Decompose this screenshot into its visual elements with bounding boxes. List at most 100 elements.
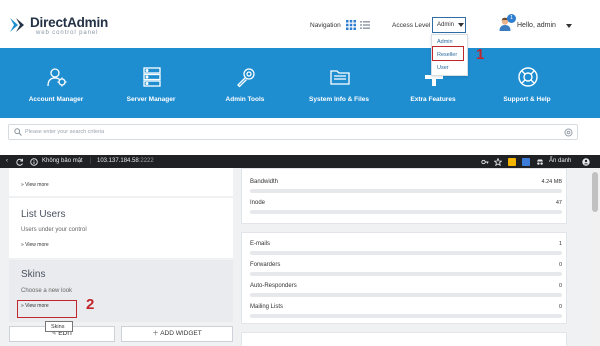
search-input[interactable] xyxy=(25,126,545,138)
scrollbar[interactable] xyxy=(590,168,600,346)
notification-badge: 1 xyxy=(507,14,516,23)
stat-label: E-mails xyxy=(250,241,271,247)
stat-value: 0 xyxy=(558,283,562,289)
url-port: :2222 xyxy=(138,158,154,164)
stat-label: Inode xyxy=(250,200,266,206)
step-1-callout: 1 xyxy=(476,46,485,63)
profile-icon[interactable] xyxy=(582,158,590,166)
widget-description: Choose a new look xyxy=(21,288,73,294)
menu-label: Admin Tools xyxy=(225,96,265,103)
menu-label: Support & Help xyxy=(503,96,551,103)
stat-value: 47 xyxy=(555,200,562,206)
star-icon[interactable] xyxy=(494,158,502,166)
tools-icon xyxy=(237,68,255,88)
reseller-highlight-box xyxy=(432,46,464,61)
stat-row: Inode 47 xyxy=(250,200,562,218)
widget-title[interactable]: Skins xyxy=(21,269,45,280)
menu-label: System Info & Files xyxy=(309,96,369,103)
add-icon: ＋ xyxy=(152,330,161,337)
logo[interactable]: DirectAdmin web control panel xyxy=(8,14,108,38)
access-option-user[interactable]: User xyxy=(432,62,467,74)
stats-card xyxy=(241,332,567,346)
usage-progress-bar xyxy=(250,189,562,193)
menu-support-help[interactable]: Support & Help xyxy=(482,66,572,116)
reload-icon[interactable] xyxy=(16,158,24,166)
url-host: 103.137.184.58 xyxy=(97,158,139,164)
app-subtitle: web control panel xyxy=(36,30,99,36)
stat-row: E-mails 1 xyxy=(250,241,562,259)
stat-label: Forwarders xyxy=(250,262,281,268)
user-greeting[interactable]: Hello, admin xyxy=(517,22,556,29)
server-icon xyxy=(143,67,161,87)
stat-value: 4.24 MB xyxy=(541,179,562,185)
user-menu-chevron-icon[interactable] xyxy=(566,24,572,28)
stat-value: 0 xyxy=(558,304,562,310)
chevron-down-icon xyxy=(458,23,464,27)
stat-value: 0 xyxy=(558,262,562,268)
menu-admin-tools[interactable]: Admin Tools xyxy=(200,66,290,116)
usage-progress-bar xyxy=(250,210,562,214)
search-settings-icon[interactable] xyxy=(564,128,573,137)
lifebuoy-icon xyxy=(518,67,538,87)
stat-label: Mailing Lists xyxy=(250,304,284,310)
stat-value: 1 xyxy=(558,241,562,247)
usage-progress-bar xyxy=(250,314,562,318)
widget-description: Users under your control xyxy=(21,227,87,233)
widget-card: » View more xyxy=(9,168,233,196)
usage-progress-bar xyxy=(250,251,562,255)
menu-label: Account Manager xyxy=(28,96,84,103)
incognito-label: Ẩn danh xyxy=(549,158,572,164)
url-separator: | xyxy=(90,158,92,164)
menu-label: Extra Features xyxy=(410,96,456,103)
app-title: DirectAdmin xyxy=(30,15,109,30)
left-widgets-column: » View more List Users Users under your … xyxy=(9,168,233,346)
view-more-link[interactable]: » View more xyxy=(21,182,49,188)
stat-row: Mailing Lists 0 xyxy=(250,304,562,322)
menu-label: Server Manager xyxy=(126,96,176,103)
usage-stats-card: Bandwidth 4.24 MB Inode 47 xyxy=(241,168,567,224)
menu-system-info-files[interactable]: System Info & Files xyxy=(294,66,384,116)
add-widget-button-label: ADD WIDGET xyxy=(160,330,202,337)
top-bar: DirectAdmin web control panel Navigation… xyxy=(0,0,600,48)
stat-label: Bandwidth xyxy=(250,179,279,185)
info-icon[interactable] xyxy=(30,158,38,166)
folder-icon xyxy=(330,70,350,85)
screenshot-root: DirectAdmin web control panel Navigation… xyxy=(0,0,600,346)
search-area xyxy=(0,118,600,156)
browser-toolbar: ‹ Không bảo mật | 103.137.184.58:2222 Ẩn… xyxy=(0,155,600,168)
menu-server-manager[interactable]: Server Manager xyxy=(106,66,196,116)
incognito-icon xyxy=(537,159,543,165)
list-view-icon[interactable] xyxy=(360,20,370,30)
stat-row: Bandwidth 4.24 MB xyxy=(250,179,562,197)
search-icon xyxy=(14,128,22,136)
back-icon[interactable]: ‹ xyxy=(6,158,8,164)
key-icon[interactable] xyxy=(481,158,489,166)
stat-row: Forwarders 0 xyxy=(250,262,562,280)
tooltip: Skins xyxy=(45,321,73,332)
menu-account-manager[interactable]: Account Manager xyxy=(11,66,101,116)
view-more-link[interactable]: » View more xyxy=(21,242,49,248)
address-bar[interactable]: 103.137.184.58:2222 xyxy=(97,158,154,164)
usage-progress-bar xyxy=(250,293,562,297)
widget-list-users: List Users Users under your control » Vi… xyxy=(9,198,233,258)
extension-icon[interactable] xyxy=(522,158,530,166)
step-2-callout: 2 xyxy=(86,296,95,313)
email-stats-card: E-mails 1 Forwarders 0 Auto-Responders 0… xyxy=(241,232,567,324)
view-more-highlight-box xyxy=(17,300,77,318)
search-box[interactable] xyxy=(8,124,578,140)
logo-mark-icon xyxy=(10,18,24,32)
stat-label: Auto-Responders xyxy=(250,283,297,289)
extension-icon[interactable] xyxy=(508,158,516,166)
grid-view-icon[interactable] xyxy=(346,20,356,30)
users-gear-icon xyxy=(47,68,67,87)
navigation-label: Navigation xyxy=(310,22,341,29)
stats-column: Bandwidth 4.24 MB Inode 47 E-mails 1 For… xyxy=(241,168,567,346)
stat-row: Auto-Responders 0 xyxy=(250,283,562,301)
add-widget-button[interactable]: ＋ ADD WIDGET xyxy=(121,326,233,342)
scrollbar-thumb[interactable] xyxy=(592,172,598,212)
usage-progress-bar xyxy=(250,272,562,276)
dashboard-content: » View more List Users Users under your … xyxy=(0,168,600,346)
security-status: Không bảo mật xyxy=(42,158,83,164)
widget-title[interactable]: List Users xyxy=(21,209,65,220)
access-level-label: Access Level xyxy=(392,22,431,29)
